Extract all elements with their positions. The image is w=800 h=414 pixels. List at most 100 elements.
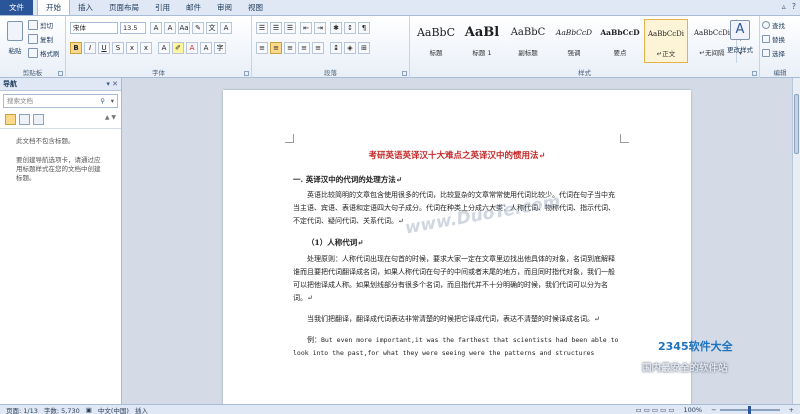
text-effects-button[interactable]: A [158,42,170,54]
tab-results-view[interactable] [33,114,44,125]
superscript-button[interactable]: x [140,42,152,54]
style-strong[interactable]: AaBbCcD 要点 [598,19,642,63]
status-words[interactable]: 字数: 5,730 [44,405,80,414]
decrease-indent-button[interactable]: ⇤ [300,22,312,34]
view-buttons[interactable]: ▭ ▭ ▭ ▭ ▭ [636,406,675,414]
document-body[interactable]: 考研英语英译汉十大难点之英译汉中的惯用法↵ 一. 英译汉中的代词的处理方法↵ 英… [293,150,621,368]
chinese-layout-button[interactable]: ✱ [330,22,342,34]
clear-format-icon[interactable]: ✎ [192,22,204,34]
font-launcher[interactable] [244,71,249,76]
grow-font-button[interactable]: A [150,22,162,34]
tab-home[interactable]: 开始 [37,0,70,15]
style-normal-name: ↵正文 [656,50,676,58]
strikethrough-button[interactable]: S [112,42,124,54]
status-page[interactable]: 页面: 1/13 [6,405,38,414]
shading-button[interactable]: ◈ [344,42,356,54]
status-mode[interactable]: 插入 [135,405,148,414]
zoom-slider-thumb[interactable] [747,406,751,414]
style-title[interactable]: AaBbC 标题 [414,19,458,63]
vertical-scrollbar[interactable] [792,78,800,404]
cut-button[interactable]: 剪切 [28,20,53,30]
style-heading1[interactable]: AaBl 标题 1 [460,19,504,63]
zoom-out-icon[interactable]: − [711,406,716,414]
font-color-button[interactable]: A [186,42,198,54]
style-emphasis[interactable]: AaBbCcD 强调 [552,19,596,63]
font-name-select[interactable]: 宋体 [70,22,118,34]
tab-pages-view[interactable] [19,114,30,125]
phonetic-guide-button[interactable]: 文 [206,22,218,34]
tab-insert[interactable]: 插入 [70,0,101,15]
char-border-button[interactable]: A [220,22,232,34]
enclose-char-button[interactable]: 字 [214,42,226,54]
tab-headings-view[interactable] [5,114,16,125]
editing-group: 查找 替换 选择 编辑 [760,16,800,78]
margin-corner-tr [620,134,629,143]
change-styles-button[interactable]: A 更改样式 [722,20,758,54]
scrollbar-thumb[interactable] [794,94,799,154]
bullets-button[interactable]: ☰ [256,22,268,34]
align-center-button[interactable]: ≡ [270,42,282,54]
brush-icon [28,48,38,58]
increase-indent-button[interactable]: ⇥ [314,22,326,34]
cut-label: 剪切 [40,22,53,30]
nav-search-input[interactable]: 搜索文档 ⚲ ▾ [3,94,118,108]
clipboard-launcher[interactable] [58,71,63,76]
search-icon[interactable]: ⚲ [100,95,105,107]
style-normal[interactable]: AaBbCcDi ↵正文 [644,19,688,63]
highlight-button[interactable]: ✐ [172,42,184,54]
style-subtitle[interactable]: AaBbC 副标题 [506,19,550,63]
show-marks-button[interactable]: ¶ [358,22,370,34]
font-size-select[interactable]: 13.5 [120,22,146,34]
proofing-icon[interactable]: ▣ [86,406,92,414]
zoom-in-icon[interactable]: + [789,406,794,414]
document-page[interactable]: 考研英语英译汉十大难点之英译汉中的惯用法↵ 一. 英译汉中的代词的处理方法↵ 英… [223,90,691,404]
distribute-button[interactable]: ≡ [312,42,324,54]
italic-button[interactable]: I [84,42,96,54]
tab-file[interactable]: 文件 [0,0,33,15]
doc-heading-1: 一. 英译汉中的代词的处理方法↵ [293,175,403,184]
justify-button[interactable]: ≡ [298,42,310,54]
zoom-level[interactable]: 100% [684,406,703,414]
nav-prev-next[interactable]: ▲ ▼ [105,114,116,121]
status-language[interactable]: 中文(中国) [98,405,129,414]
change-case-button[interactable]: Aa [178,22,190,34]
align-right-button[interactable]: ≡ [284,42,296,54]
subscript-button[interactable]: x [126,42,138,54]
replace-button[interactable]: 替换 [762,34,785,44]
copy-button[interactable]: 复制 [28,34,53,44]
minimize-ribbon-icon[interactable]: ▵ [782,2,786,11]
tab-mailings[interactable]: 邮件 [178,0,209,15]
format-painter-button[interactable]: 格式刷 [28,48,60,58]
sort-button[interactable]: ↕ [344,22,356,34]
char-shading-button[interactable]: A [200,42,212,54]
numbering-button[interactable]: ☰ [270,22,282,34]
tab-review[interactable]: 审阅 [209,0,240,15]
select-label: 选择 [772,50,785,58]
nav-header: 导航 ▾ ✕ [0,78,121,91]
borders-button[interactable]: ⊞ [358,42,370,54]
align-left-button[interactable]: ≡ [256,42,268,54]
line-spacing-button[interactable]: ↨ [330,42,342,54]
shrink-font-button[interactable]: A [164,22,176,34]
tab-references[interactable]: 引用 [147,0,178,15]
tab-page-layout[interactable]: 页面布局 [101,0,147,15]
underline-button[interactable]: U [98,42,110,54]
style-title-sample: AaBbC [416,26,456,39]
find-button[interactable]: 查找 [762,20,785,30]
paragraph-launcher[interactable] [402,71,407,76]
window-controls: ▵ ? [782,2,796,11]
zoom-slider[interactable] [719,406,780,414]
help-icon[interactable]: ? [792,2,796,11]
zoom-control: ▭ ▭ ▭ ▭ ▭ 100% − + [630,406,794,414]
multilevel-list-button[interactable]: ☰ [284,22,296,34]
paragraph-group: ☰ ☰ ☰ ⇤ ⇥ ✱ ↕ ¶ ≡ ≡ ≡ ≡ ≡ ↨ ◈ ⊞ 段落 [252,16,410,78]
tab-view[interactable]: 视图 [240,0,271,15]
format-painter-label: 格式刷 [40,50,60,58]
nav-close-icon[interactable]: ▾ ✕ [106,78,118,90]
chevron-down-icon[interactable]: ▾ [111,95,114,107]
select-button[interactable]: 选择 [762,48,785,58]
select-icon [762,49,770,57]
paste-button[interactable]: 粘贴 [4,21,26,55]
styles-group-label: 样式 [578,69,591,77]
bold-button[interactable]: B [70,42,82,54]
